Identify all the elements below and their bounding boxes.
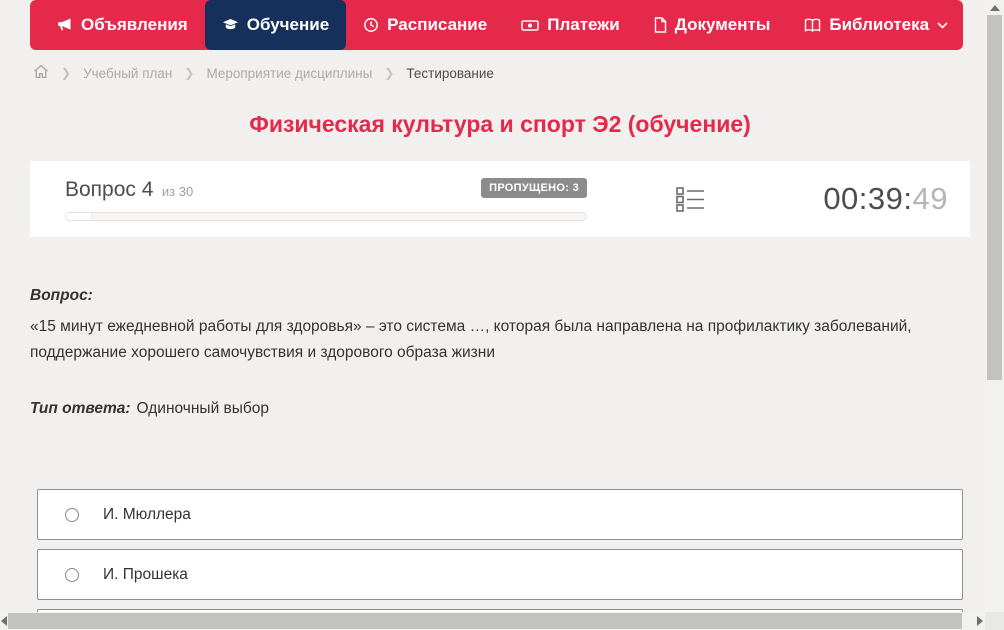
breadcrumb-testing: Тестирование	[406, 65, 494, 81]
progress-bar	[65, 211, 587, 221]
top-navbar: Объявления Обучение Расписание Платежи Д…	[30, 0, 963, 50]
answer-option-1[interactable]: И. Мюллера	[37, 489, 963, 540]
progress-bar-fill	[66, 212, 92, 220]
nav-item-label: Библиотека	[829, 15, 930, 34]
question-prompt-label: Вопрос:	[30, 287, 93, 304]
nav-item-schedule[interactable]: Расписание	[346, 0, 504, 50]
question-number: Вопрос 4	[65, 177, 154, 201]
nav-item-label: Обучение	[246, 15, 330, 34]
vertical-scrollbar[interactable]	[985, 0, 1004, 630]
horizontal-scrollbar-thumb[interactable]	[8, 613, 962, 629]
answer-options: И. Мюллера И. Прошека	[37, 489, 963, 630]
breadcrumb-discipline-event[interactable]: Мероприятие дисциплины	[206, 66, 372, 81]
radio-button[interactable]	[65, 567, 79, 582]
vertical-scrollbar-thumb[interactable]	[987, 15, 1002, 380]
page: Объявления Обучение Расписание Платежи Д…	[0, 0, 985, 630]
answer-type-value: Одиночный выбор	[136, 400, 270, 417]
answer-type-label: Тип ответа:	[30, 400, 131, 417]
scroll-right-arrow-icon[interactable]	[977, 616, 983, 626]
horizontal-scrollbar[interactable]	[0, 612, 985, 630]
answer-option-2[interactable]: И. Прошека	[37, 549, 963, 600]
answer-option-label: И. Прошека	[103, 565, 188, 583]
question-text: «15 минут ежедневной работы для здоровья…	[30, 318, 912, 361]
answer-option-label: И. Мюллера	[103, 505, 191, 523]
nav-item-label: Платежи	[547, 15, 620, 34]
scrollbar-corner	[985, 612, 1004, 630]
answer-type-row: Тип ответа: Одиночный выбор	[30, 400, 960, 418]
question-panel: Вопрос 4 из 30 ПРОПУЩЕНО: 3 00:39:49	[30, 161, 970, 237]
chevron-down-icon	[937, 21, 948, 29]
breadcrumb: ❯ Учебный план ❯ Мероприятие дисциплины …	[33, 64, 985, 82]
question-body: Вопрос: «15 минут ежедневной работы для …	[30, 287, 960, 418]
breadcrumb-separator: ❯	[61, 66, 72, 80]
nav-item-label: Документы	[674, 15, 771, 34]
scroll-left-arrow-icon[interactable]	[1, 616, 7, 626]
nav-item-label: Расписание	[387, 15, 488, 34]
timer-hours-minutes: 00:39:	[823, 181, 913, 216]
radio-button[interactable]	[65, 507, 79, 522]
nav-item-library[interactable]: Библиотека	[787, 0, 965, 50]
document-icon	[654, 17, 667, 33]
scroll-up-arrow-icon[interactable]	[990, 5, 1000, 11]
breadcrumb-separator: ❯	[384, 66, 395, 80]
timer: 00:39:49	[823, 181, 948, 217]
nav-item-label: Объявления	[81, 15, 188, 34]
skipped-badge: ПРОПУЩЕНО: 3	[481, 177, 587, 198]
graduation-cap-icon	[222, 17, 239, 33]
banknote-icon	[521, 18, 539, 33]
question-counter: Вопрос 4 из 30	[65, 178, 193, 202]
clock-icon	[363, 17, 379, 33]
page-title: Физическая культура и спорт Э2 (обучение…	[249, 111, 751, 137]
open-book-icon	[804, 18, 821, 33]
question-total: из 30	[161, 183, 194, 199]
question-progress-block: Вопрос 4 из 30 ПРОПУЩЕНО: 3	[65, 177, 587, 221]
question-list-button[interactable]	[676, 186, 705, 213]
nav-item-learning[interactable]: Обучение	[204, 0, 347, 50]
timer-seconds: 49	[912, 181, 948, 216]
nav-item-payments[interactable]: Платежи	[504, 0, 637, 50]
breadcrumb-separator: ❯	[184, 66, 195, 80]
megaphone-icon	[57, 17, 73, 33]
nav-item-announcements[interactable]: Объявления	[40, 0, 205, 50]
nav-item-documents[interactable]: Документы	[637, 0, 788, 50]
home-icon[interactable]	[33, 64, 49, 82]
breadcrumb-curriculum[interactable]: Учебный план	[83, 66, 172, 81]
question-list-icon	[676, 186, 704, 212]
